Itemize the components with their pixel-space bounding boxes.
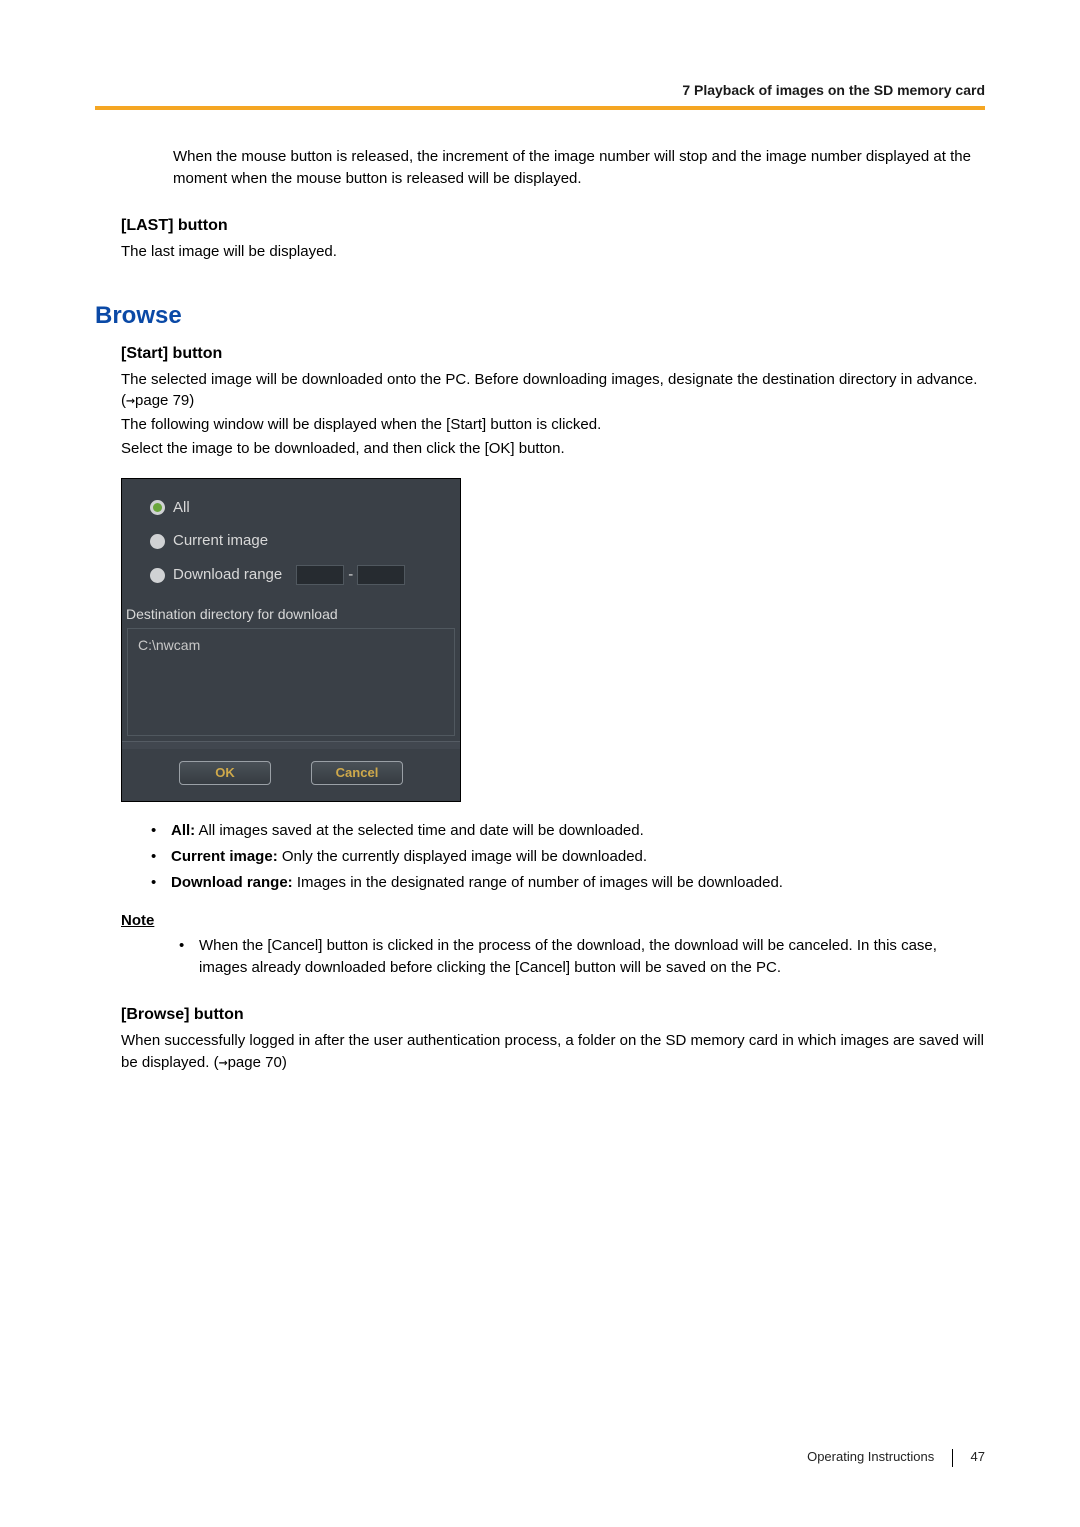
page-footer: Operating Instructions 47: [95, 1448, 985, 1467]
radio-all-label: All: [173, 497, 190, 519]
range-from-input[interactable]: [296, 565, 344, 585]
start-para2: The following window will be displayed w…: [121, 414, 985, 436]
last-button-text: The last image will be displayed.: [121, 241, 985, 263]
list-item: When the [Cancel] button is clicked in t…: [175, 935, 985, 979]
opt-all-text: All images saved at the selected time an…: [195, 822, 644, 839]
header-divider: [95, 106, 985, 110]
dialog-divider: [122, 741, 460, 749]
download-dialog: All Current image Download range - Desti…: [121, 478, 461, 803]
chapter-header: 7 Playback of images on the SD memory ca…: [95, 80, 985, 106]
arrow-icon: →: [219, 1053, 228, 1071]
start-para3: Select the image to be downloaded, and t…: [121, 438, 985, 460]
range-inputs: -: [296, 564, 405, 586]
radio-icon: [150, 500, 165, 515]
destination-label: Destination directory for download: [122, 602, 460, 626]
radio-all[interactable]: All: [150, 491, 446, 525]
opt-current-label: Current image:: [171, 848, 278, 865]
list-item: All: All images saved at the selected ti…: [147, 820, 985, 842]
cancel-button[interactable]: Cancel: [311, 761, 403, 785]
start-para1: The selected image will be downloaded on…: [121, 369, 985, 413]
list-item: Download range: Images in the designated…: [147, 872, 985, 894]
page-number: 47: [971, 1449, 985, 1464]
start-button-heading: [Start] button: [121, 342, 985, 365]
range-to-input[interactable]: [357, 565, 405, 585]
opt-range-text: Images in the designated range of number…: [293, 874, 783, 891]
browse-heading: Browse: [95, 299, 985, 334]
radio-range-label: Download range: [173, 564, 282, 586]
browse-text-b: page 70): [228, 1054, 287, 1071]
footer-label: Operating Instructions: [807, 1449, 934, 1464]
list-item: Current image: Only the currently displa…: [147, 846, 985, 868]
radio-current-label: Current image: [173, 530, 268, 552]
opt-all-label: All:: [171, 822, 195, 839]
radio-range[interactable]: Download range -: [150, 558, 446, 592]
option-descriptions: All: All images saved at the selected ti…: [147, 820, 985, 893]
destination-path-box[interactable]: C:\nwcam: [127, 628, 455, 736]
note-heading: Note: [121, 910, 985, 932]
start-para1-text: The selected image will be downloaded on…: [121, 371, 977, 410]
browse-button-text: When successfully logged in after the us…: [121, 1030, 985, 1074]
footer-separator: [952, 1449, 953, 1467]
radio-group: All Current image Download range -: [122, 479, 460, 602]
radio-icon: [150, 534, 165, 549]
opt-range-label: Download range:: [171, 874, 293, 891]
intro-paragraph: When the mouse button is released, the i…: [173, 146, 985, 190]
radio-icon: [150, 568, 165, 583]
last-button-heading: [LAST] button: [121, 214, 985, 237]
start-para1-pageref: page 79): [135, 392, 194, 409]
ok-button[interactable]: OK: [179, 761, 271, 785]
arrow-icon: →: [126, 391, 135, 409]
dash-icon: -: [348, 564, 353, 586]
radio-current[interactable]: Current image: [150, 524, 446, 558]
note-list: When the [Cancel] button is clicked in t…: [175, 935, 985, 979]
opt-current-text: Only the currently displayed image will …: [278, 848, 647, 865]
dialog-button-row: OK Cancel: [122, 749, 460, 801]
browse-button-heading: [Browse] button: [121, 1003, 985, 1026]
